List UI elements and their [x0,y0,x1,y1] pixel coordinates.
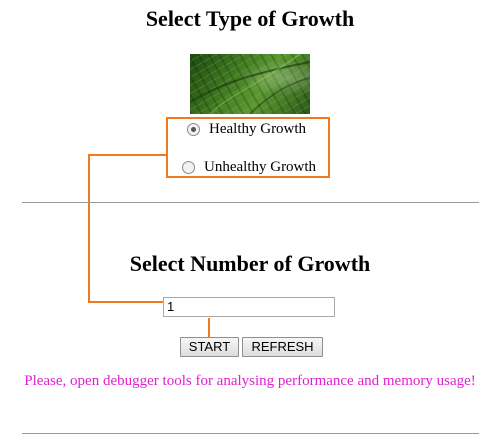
divider-bottom [22,433,479,434]
growth-number-title: Select Number of Growth [129,251,371,276]
healthy-radio-label: Healthy Growth [209,120,307,137]
radio-option-unhealthy[interactable]: Unhealthy Growth [182,157,316,177]
unhealthy-radio-label: Unhealthy Growth [204,158,317,175]
healthy-radio[interactable] [187,122,200,136]
debugger-notice: Please, open debugger tools for analysin… [24,373,476,389]
leaf-image [190,54,310,114]
unhealthy-radio[interactable] [182,160,195,174]
growth-number-input[interactable]: 1 [163,297,335,317]
start-button[interactable]: START [180,337,239,357]
radio-option-healthy[interactable]: Healthy Growth [187,119,306,139]
divider-top [22,202,479,203]
refresh-button[interactable]: REFRESH [242,337,323,357]
growth-type-title: Select Type of Growth [145,6,355,31]
